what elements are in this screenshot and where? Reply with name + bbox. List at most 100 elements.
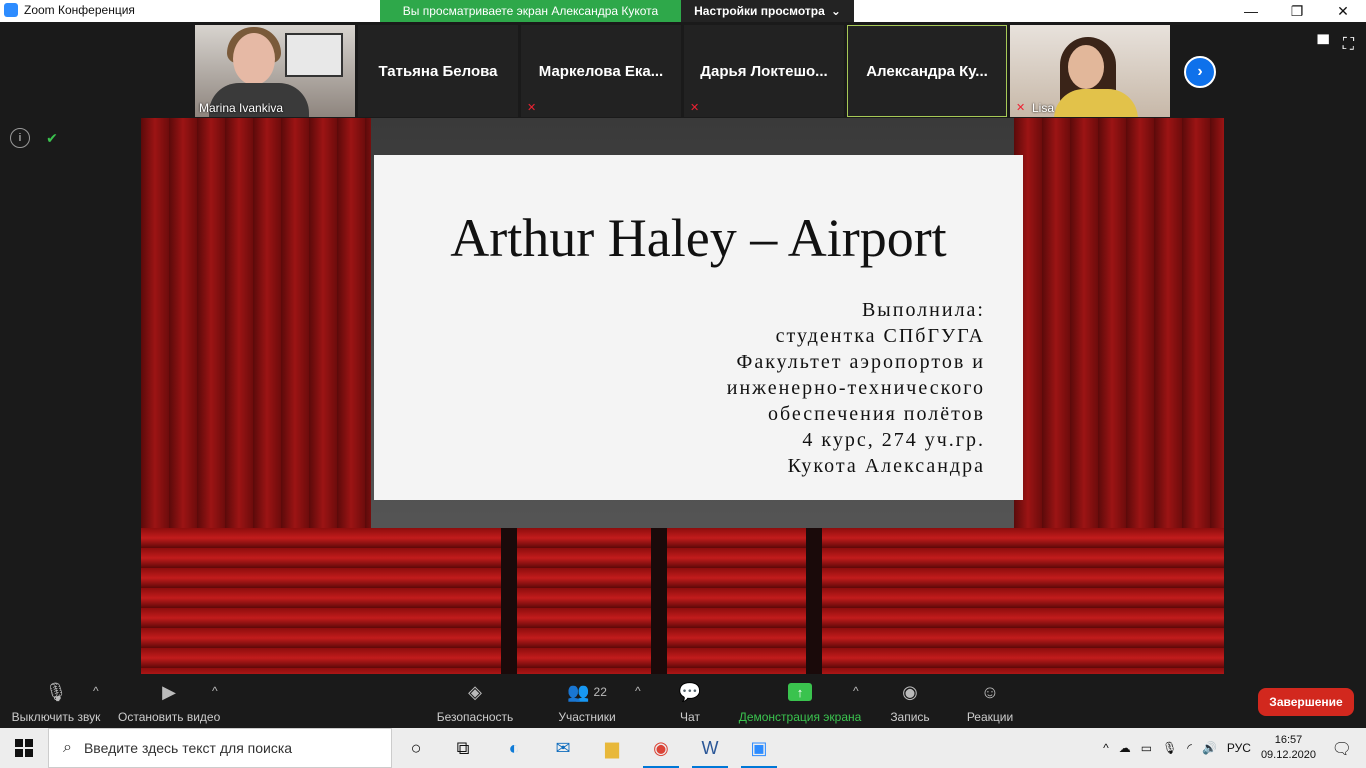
stop-video-button[interactable]: ▶ Остановить видео bbox=[118, 679, 220, 725]
mail-icon[interactable]: ✉ bbox=[541, 732, 585, 764]
windows-taskbar: ⌕ Введите здесь текст для поиска ○ ⧉ ◐ ✉… bbox=[0, 728, 1366, 768]
slide-line: Факультет аэропортов и bbox=[736, 351, 985, 373]
system-tray: ^ ☁ ▭ 🎙 ◜ 🔊 РУС 16:57 09.12.2020 bbox=[1103, 728, 1366, 768]
layout-controls: ▀ ⛶ bbox=[1317, 36, 1354, 54]
app-title: Zoom Конференция bbox=[4, 3, 135, 17]
participants-button[interactable]: 👥 22 Участники bbox=[556, 679, 618, 725]
mute-label: Выключить звук bbox=[11, 710, 101, 724]
share-options-caret[interactable]: ^ bbox=[853, 684, 859, 698]
participant-name: Marina Ivankiva bbox=[199, 101, 284, 115]
notification-center-icon[interactable]: 🗨 bbox=[1332, 739, 1352, 759]
presentation-slide: Arthur Haley – Airport Выполнила: студен… bbox=[374, 155, 1023, 500]
view-options-label: Настройки просмотра bbox=[694, 4, 825, 18]
shared-screen: Arthur Haley – Airport Выполнила: студен… bbox=[141, 118, 1224, 674]
clock-date: 09.12.2020 bbox=[1260, 749, 1316, 761]
onedrive-cloud-icon[interactable]: ☁ bbox=[1119, 741, 1131, 755]
record-icon: ◉ bbox=[902, 681, 918, 702]
word-icon[interactable]: W bbox=[688, 732, 732, 768]
mute-button[interactable]: 🎙 Выключить звук bbox=[10, 679, 102, 725]
mic-muted-icon: ✕ bbox=[527, 102, 537, 114]
participant-tile[interactable]: Татьяна Белова bbox=[358, 25, 518, 117]
meeting-area: Marina Ivankiva Татьяна Белова Маркелова… bbox=[0, 22, 1366, 728]
minimize-button[interactable]: — bbox=[1228, 0, 1274, 22]
taskbar-search-box[interactable]: ⌕ Введите здесь текст для поиска bbox=[48, 728, 392, 768]
shield-icon: ◈ bbox=[468, 681, 482, 702]
volume-icon[interactable]: 🔊 bbox=[1202, 741, 1217, 755]
end-meeting-button[interactable]: Завершение bbox=[1258, 688, 1354, 716]
window-title: Zoom Конференция bbox=[24, 3, 135, 17]
fullscreen-icon[interactable]: ⛶ bbox=[1343, 36, 1354, 54]
smiley-plus-icon: ☺ bbox=[980, 681, 1000, 702]
video-camera-icon: ▶ bbox=[162, 681, 176, 702]
cinema-seats bbox=[141, 528, 1224, 674]
participant-tile[interactable]: Marina Ivankiva bbox=[195, 25, 355, 117]
chat-button[interactable]: 💬 Чат bbox=[670, 679, 710, 725]
microphone-icon: 🎙 bbox=[44, 681, 68, 702]
aisle bbox=[501, 528, 517, 674]
view-layout-icon[interactable]: ▀ bbox=[1317, 36, 1328, 54]
participants-count: 22 bbox=[593, 685, 607, 699]
participants-icon: 👥 22 bbox=[567, 681, 607, 702]
slide-line: 4 курс, 274 уч.гр. bbox=[802, 429, 985, 451]
participant-name: Татьяна Белова bbox=[378, 62, 498, 80]
chat-bubble-icon: 💬 bbox=[678, 681, 702, 702]
meeting-info-icons: i ✔ bbox=[10, 128, 62, 148]
task-view-icon[interactable]: ⧉ bbox=[441, 732, 485, 764]
microphone-tray-icon[interactable]: 🎙 bbox=[1162, 741, 1177, 755]
search-placeholder: Введите здесь текст для поиска bbox=[83, 740, 293, 756]
share-screen-label: Демонстрация экрана bbox=[738, 710, 862, 724]
close-button[interactable]: ✕ bbox=[1320, 0, 1366, 22]
participant-tile-active-speaker[interactable]: Александра Ку... bbox=[847, 25, 1007, 117]
slide-line: обеспечения полётов bbox=[767, 403, 985, 425]
reactions-label: Реакции bbox=[966, 710, 1014, 724]
video-options-caret[interactable]: ^ bbox=[212, 684, 218, 698]
clock[interactable]: 16:57 09.12.2020 bbox=[1261, 733, 1316, 763]
participant-tile[interactable]: ✕ Lisa bbox=[1010, 25, 1170, 117]
clock-time: 16:57 bbox=[1274, 734, 1303, 746]
title-bar: Zoom Конференция Вы просматриваете экран… bbox=[0, 0, 1366, 22]
security-button[interactable]: ◈ Безопасность bbox=[434, 679, 516, 725]
cortana-icon[interactable]: ○ bbox=[394, 732, 438, 764]
file-explorer-icon[interactable]: ▆ bbox=[590, 732, 634, 764]
slide-body: Выполнила: студентка СПбГУГА Факультет а… bbox=[727, 297, 985, 479]
share-screen-icon: ↑ bbox=[788, 683, 812, 701]
participant-strip: Marina Ivankiva Татьяна Белова Маркелова… bbox=[195, 25, 1170, 117]
encryption-shield-icon[interactable]: ✔ bbox=[42, 128, 62, 148]
start-button[interactable] bbox=[0, 728, 48, 768]
slide-line: студентка СПбГУГА bbox=[775, 325, 985, 347]
participant-name: Lisa bbox=[1032, 101, 1055, 115]
audio-options-caret[interactable]: ^ bbox=[93, 684, 99, 698]
edge-browser-icon[interactable]: ◐ bbox=[492, 732, 536, 764]
wifi-icon[interactable]: ◜ bbox=[1187, 741, 1192, 755]
chevron-right-icon: › bbox=[1197, 63, 1203, 80]
view-options-button[interactable]: Настройки просмотра ⌄ bbox=[681, 0, 854, 22]
chrome-icon[interactable]: ◉ bbox=[639, 732, 683, 768]
zoom-logo-icon bbox=[4, 3, 18, 17]
zoom-taskbar-icon[interactable]: ▣ bbox=[737, 732, 781, 768]
viewing-banner: Вы просматриваете экран Александра Кукот… bbox=[380, 0, 681, 22]
slide-title: Arthur Haley – Airport bbox=[450, 208, 947, 268]
slide-line: инженерно-технического bbox=[726, 377, 985, 399]
record-button[interactable]: ◉ Запись bbox=[886, 679, 934, 725]
record-label: Запись bbox=[890, 710, 930, 724]
participant-name: Маркелова Ека... bbox=[538, 62, 664, 80]
aisle bbox=[806, 528, 822, 674]
restore-button[interactable]: ❐ bbox=[1274, 0, 1320, 22]
info-icon[interactable]: i bbox=[10, 128, 30, 148]
participant-name: Александра Ку... bbox=[866, 62, 988, 80]
search-icon: ⌕ bbox=[63, 739, 72, 756]
participants-options-caret[interactable]: ^ bbox=[635, 684, 641, 698]
language-indicator[interactable]: РУС bbox=[1227, 741, 1251, 755]
tray-overflow-chevron-icon[interactable]: ^ bbox=[1103, 741, 1109, 755]
next-participants-button[interactable]: › bbox=[1184, 56, 1216, 88]
share-screen-button[interactable]: ↑ Демонстрация экрана bbox=[737, 679, 863, 724]
windows-logo-icon bbox=[15, 739, 33, 757]
right-curtain bbox=[1014, 118, 1224, 548]
meeting-toolbar: 🎙 Выключить звук ^ ▶ Остановить видео ^ … bbox=[0, 674, 1366, 728]
reactions-button[interactable]: ☺ Реакции bbox=[964, 679, 1016, 725]
chevron-down-icon: ⌄ bbox=[830, 4, 841, 18]
participant-tile[interactable]: Маркелова Ека... ✕ bbox=[521, 25, 681, 117]
participant-name: Дарья Локтешо... bbox=[700, 62, 828, 80]
participant-tile[interactable]: Дарья Локтешо... ✕ bbox=[684, 25, 844, 117]
battery-icon[interactable]: ▭ bbox=[1141, 741, 1152, 755]
